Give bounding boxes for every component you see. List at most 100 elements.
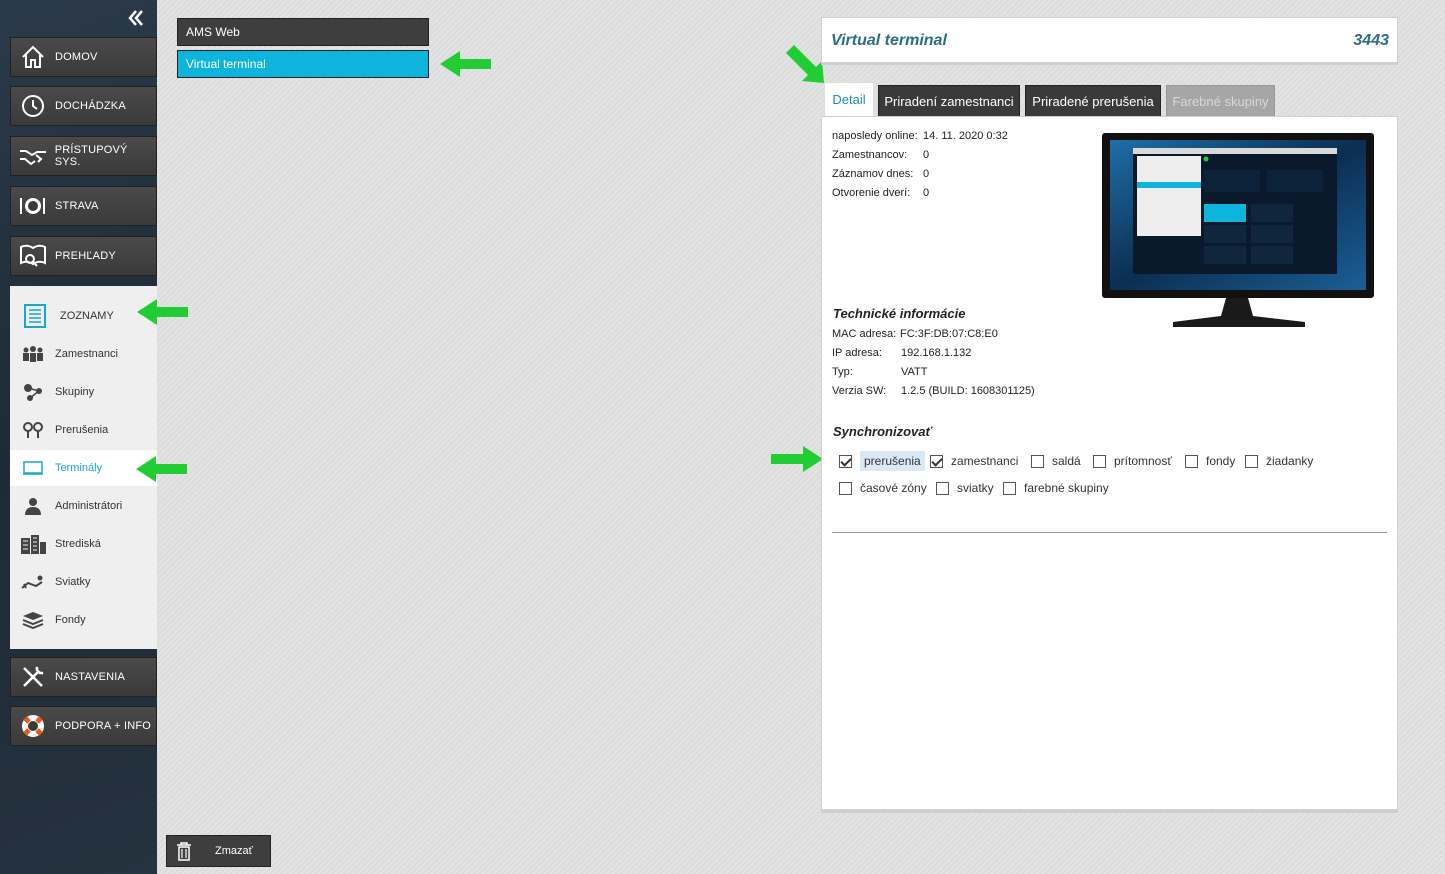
tech-row: IP adresa: 192.168.1.132 — [832, 347, 971, 359]
sidebar-item-label: Administrátori — [55, 500, 123, 512]
tab-label: Priradení zamestnanci — [884, 93, 1014, 109]
sidebar-item-label: Zamestnanci — [55, 348, 118, 360]
tech-row: MAC adresa: FC:3F:DB:07:C8:E0 — [832, 328, 998, 340]
checkbox-box[interactable] — [930, 454, 943, 468]
info-value: 0 — [923, 149, 930, 161]
tech-value: VATT — [901, 366, 928, 378]
record-id: 3443 — [1353, 32, 1389, 49]
checkbox-box[interactable] — [1003, 481, 1016, 495]
sync-checkbox[interactable]: sviatky — [936, 481, 994, 495]
nav-podpora[interactable]: PODPORA + INFO — [10, 706, 157, 746]
nav-nastavenia[interactable]: NASTAVENIA — [10, 657, 157, 697]
trash-icon — [167, 841, 201, 861]
detail-header: Virtual terminal 3443 — [821, 17, 1398, 63]
tab-priradene-prerusenia[interactable]: Priradené prerušenia — [1025, 85, 1161, 117]
terminal-image — [1101, 132, 1375, 332]
delete-button[interactable]: Zmazať — [166, 835, 271, 867]
sidebar-item-label: Sviatky — [55, 576, 91, 588]
checkbox-label: farebné skupiny — [1024, 481, 1109, 495]
nav-prehlady[interactable]: PREHĽADY — [10, 236, 157, 276]
nav-zoznamy[interactable]: ZOZNAMY — [10, 296, 157, 336]
sidebar-item-prerusenia[interactable]: Prerušenia — [10, 412, 157, 448]
sync-checkbox[interactable]: saldá — [1031, 454, 1081, 468]
nav-label: PREHĽADY — [55, 250, 116, 262]
divider — [832, 532, 1387, 533]
sync-checkbox[interactable]: žiadanky — [1245, 454, 1313, 468]
detail-content: naposledy online: 14. 11. 2020 0:32 Zame… — [821, 116, 1398, 810]
list-item[interactable]: AMS Web — [177, 18, 429, 46]
nav-strava[interactable]: STRAVA — [10, 186, 157, 226]
tab-label: Priradené prerušenia — [1032, 93, 1154, 109]
section-title: Synchronizovať — [833, 424, 932, 439]
sidebar-item-label: Fondy — [55, 614, 86, 626]
sidebar: DOMOV DOCHÁDZKA PRÍSTUPOVÝ SYS. STRAVA P… — [0, 0, 157, 874]
sidebar-item-zamestnanci[interactable]: Zamestnanci — [10, 336, 157, 372]
lifebuoy-icon — [11, 712, 55, 740]
nav-label: PRÍSTUPOVÝ SYS. — [54, 144, 128, 168]
book-search-icon — [11, 243, 55, 269]
section-label: ZOZNAMY — [60, 310, 114, 322]
sync-checkbox[interactable]: zamestnanci — [930, 454, 1018, 468]
checkbox-label: fondy — [1206, 454, 1236, 468]
sidebar-item-label: Prerušenia — [55, 424, 109, 436]
tech-value: FC:3F:DB:07:C8:E0 — [900, 328, 998, 340]
sidebar-item-terminaly[interactable]: Terminály — [10, 450, 157, 486]
pins-icon — [10, 421, 55, 439]
sync-checkbox[interactable]: farebné skupiny — [1003, 481, 1109, 495]
sync-checkbox[interactable]: prerušenia — [839, 451, 925, 471]
info-value: 0 — [923, 168, 930, 180]
admin-icon — [10, 497, 55, 515]
sync-checkbox[interactable]: časové zóny — [839, 481, 927, 495]
sidebar-item-sviatky[interactable]: Sviatky — [10, 564, 157, 600]
checkbox-label: zamestnanci — [951, 454, 1019, 468]
sidebar-item-strediska[interactable]: Strediská — [10, 526, 157, 562]
checkbox-box[interactable] — [1031, 454, 1044, 468]
nav-dochadzka[interactable]: DOCHÁDZKA — [10, 86, 157, 126]
list-item-selected[interactable]: Virtual terminal — [177, 50, 429, 78]
nav-pristupovy[interactable]: PRÍSTUPOVÝ SYS. — [10, 136, 157, 176]
info-value: 14. 11. 2020 0:32 — [923, 130, 1008, 142]
info-row: Zamestnancov: 0 — [832, 149, 929, 161]
nav-label: NASTAVENIA — [55, 671, 126, 683]
buildings-icon — [10, 534, 55, 554]
green-arrow-icon — [137, 299, 188, 325]
sidebar-item-label: Strediská — [55, 538, 101, 550]
green-arrow-icon — [136, 456, 187, 482]
info-row: Otvorenie dverí: 0 — [832, 187, 929, 199]
nav-label: DOCHÁDZKA — [55, 100, 126, 112]
sync-checkbox[interactable]: prítomnosť — [1093, 454, 1172, 468]
info-label: naposledy online: — [832, 130, 918, 142]
page-title: Virtual terminal — [831, 32, 947, 49]
checkbox-box[interactable] — [1245, 454, 1258, 468]
checkbox-label: prítomnosť — [1114, 454, 1172, 468]
info-label: Zamestnancov: — [832, 149, 908, 161]
tools-icon — [11, 664, 55, 690]
tech-label: IP adresa: — [832, 347, 882, 359]
nav-domov[interactable]: DOMOV — [10, 37, 157, 77]
tech-label: MAC adresa: — [832, 328, 897, 340]
tab-detail[interactable]: Detail — [824, 82, 874, 116]
tech-row: Verzia SW: 1.2.5 (BUILD: 1608301125) — [832, 385, 1035, 397]
checkbox-box[interactable] — [936, 481, 949, 495]
checkbox-box[interactable] — [839, 454, 852, 468]
tab-priradeni-zamestnanci[interactable]: Priradení zamestnanci — [878, 85, 1020, 117]
info-row: Záznamov dnes: 0 — [832, 168, 929, 180]
nav-label: DOMOV — [55, 51, 98, 63]
checkbox-box[interactable] — [1093, 454, 1106, 468]
green-arrow-icon — [440, 51, 491, 77]
collapse-sidebar-icon[interactable] — [127, 9, 145, 27]
info-label: Záznamov dnes: — [832, 168, 914, 180]
checkbox-box[interactable] — [1185, 454, 1198, 468]
info-label: Otvorenie dverí: — [832, 187, 911, 199]
checkbox-label: časové zóny — [860, 481, 927, 495]
nav-label: PODPORA + INFO — [55, 720, 152, 732]
checkbox-box[interactable] — [839, 481, 852, 495]
sync-checkbox[interactable]: fondy — [1185, 454, 1235, 468]
tab-label: Farebné skupiny — [1172, 93, 1269, 109]
group-nodes-icon — [10, 383, 55, 401]
sidebar-item-skupiny[interactable]: Skupiny — [10, 374, 157, 410]
sidebar-item-administratori[interactable]: Administrátori — [10, 488, 157, 524]
sidebar-item-fondy[interactable]: Fondy — [10, 602, 157, 638]
green-arrow-icon — [786, 45, 824, 83]
list-item-label: Virtual terminal — [186, 57, 266, 71]
